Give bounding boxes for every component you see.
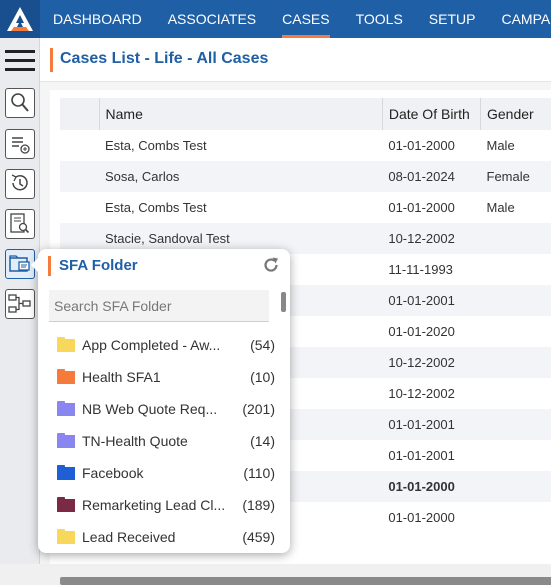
page-header: Cases List - Life - All Cases bbox=[40, 38, 551, 82]
folder-icon bbox=[57, 339, 75, 352]
folder-icon bbox=[57, 403, 75, 416]
nav-associates[interactable]: ASSOCIATES bbox=[155, 0, 269, 38]
popup-accent-bar bbox=[48, 256, 51, 276]
top-navbar: DASHBOARD ASSOCIATES CASES TOOLS SETUP C… bbox=[0, 0, 551, 38]
app-logo[interactable] bbox=[0, 0, 40, 38]
folder-list-scroll-thumb[interactable] bbox=[281, 292, 286, 312]
folder-count: (110) bbox=[243, 465, 275, 481]
history-icon[interactable] bbox=[5, 169, 35, 199]
cell-name: Esta, Combs Test bbox=[99, 130, 382, 161]
cell-gender: Male bbox=[481, 130, 551, 161]
col-header-gender[interactable]: Gender bbox=[481, 98, 551, 130]
folder-name: Health SFA1 bbox=[82, 369, 242, 385]
hamburger-menu-icon[interactable] bbox=[5, 50, 35, 72]
cell-dob: 10-12-2002 bbox=[382, 378, 480, 409]
cell-gender bbox=[481, 285, 551, 316]
cell-gender bbox=[481, 502, 551, 533]
refresh-icon[interactable] bbox=[262, 256, 280, 274]
nav-cases[interactable]: CASES bbox=[269, 0, 342, 38]
folder-icon bbox=[57, 499, 75, 512]
folder-name: NB Web Quote Req... bbox=[82, 401, 234, 417]
cell-gender bbox=[481, 440, 551, 471]
cell-gender bbox=[481, 409, 551, 440]
table-row[interactable]: Esta, Combs Test01-01-2000Male bbox=[60, 130, 551, 161]
cell-dob: 11-11-1993 bbox=[382, 254, 480, 285]
folder-icon bbox=[57, 435, 75, 448]
cell-gender bbox=[481, 378, 551, 409]
folder-item[interactable]: App Completed - Aw... (54) bbox=[57, 329, 275, 361]
table-header-row: Name Date Of Birth Gender bbox=[60, 98, 551, 130]
sfa-folder-list: App Completed - Aw... (54) Health SFA1 (… bbox=[57, 329, 275, 553]
sfa-folder-popup: SFA Folder App Completed - Aw... (54) He… bbox=[38, 249, 290, 553]
cell-gender bbox=[481, 347, 551, 378]
cell-dob: 01-01-2001 bbox=[382, 285, 480, 316]
folder-item[interactable]: NB Web Quote Req... (201) bbox=[57, 393, 275, 425]
add-list-icon[interactable] bbox=[5, 129, 35, 159]
nav-tools[interactable]: TOOLS bbox=[343, 0, 416, 38]
folder-name: Facebook bbox=[82, 465, 235, 481]
cell-gender bbox=[481, 223, 551, 254]
title-accent-bar bbox=[50, 48, 53, 72]
folder-count: (54) bbox=[250, 337, 275, 353]
folder-item[interactable]: Remarketing Lead Cl... (189) bbox=[57, 489, 275, 521]
cell-dob: 01-01-2000 bbox=[382, 130, 480, 161]
folder-count: (189) bbox=[242, 497, 275, 513]
folder-item[interactable]: Lead Received (459) bbox=[57, 521, 275, 553]
cell-dob: 01-01-2000 bbox=[382, 471, 480, 502]
sfa-folder-title: SFA Folder bbox=[59, 257, 138, 274]
cell-gender bbox=[481, 316, 551, 347]
cell-name: Sosa, Carlos bbox=[99, 161, 382, 192]
folder-icon bbox=[57, 371, 75, 384]
page-title: Cases List - Life - All Cases bbox=[60, 50, 268, 68]
cell-gender: Male bbox=[481, 192, 551, 223]
folder-name: App Completed - Aw... bbox=[82, 337, 242, 353]
folder-item[interactable]: Health SFA1 (10) bbox=[57, 361, 275, 393]
search-zoom-icon[interactable] bbox=[5, 88, 35, 118]
cell-gender: Female bbox=[481, 161, 551, 192]
folder-name: Lead Received bbox=[82, 529, 234, 545]
cell-dob: 10-12-2002 bbox=[382, 223, 480, 254]
col-header-select[interactable] bbox=[60, 98, 99, 130]
folder-name: Remarketing Lead Cl... bbox=[82, 497, 234, 513]
cell-dob: 01-01-2000 bbox=[382, 502, 480, 533]
folder-item[interactable]: Facebook (110) bbox=[57, 457, 275, 489]
nav-dashboard[interactable]: DASHBOARD bbox=[40, 0, 155, 38]
table-row[interactable]: Esta, Combs Test01-01-2000Male bbox=[60, 192, 551, 223]
folder-count: (14) bbox=[250, 433, 275, 449]
horizontal-scrollbar[interactable] bbox=[60, 577, 551, 585]
cell-dob: 01-01-2000 bbox=[382, 192, 480, 223]
folder-count: (201) bbox=[242, 401, 275, 417]
sfa-folder-search-input[interactable] bbox=[49, 290, 269, 322]
cell-gender bbox=[481, 471, 551, 502]
folder-icon bbox=[57, 467, 75, 480]
nav-setup[interactable]: SETUP bbox=[416, 0, 489, 38]
workflow-icon[interactable] bbox=[5, 289, 35, 319]
folder-count: (459) bbox=[242, 529, 275, 545]
cell-dob: 08-01-2024 bbox=[382, 161, 480, 192]
cell-dob: 01-01-2020 bbox=[382, 316, 480, 347]
cell-dob: 10-12-2002 bbox=[382, 347, 480, 378]
folder-list-scrollbar[interactable] bbox=[280, 290, 286, 547]
cell-gender bbox=[481, 254, 551, 285]
folder-count: (10) bbox=[250, 369, 275, 385]
cell-dob: 01-01-2001 bbox=[382, 440, 480, 471]
main-nav: DASHBOARD ASSOCIATES CASES TOOLS SETUP C… bbox=[40, 0, 551, 38]
table-row[interactable]: Sosa, Carlos08-01-2024Female bbox=[60, 161, 551, 192]
col-header-name[interactable]: Name bbox=[99, 98, 382, 130]
left-sidebar bbox=[0, 38, 40, 564]
col-header-dob[interactable]: Date Of Birth bbox=[382, 98, 480, 130]
nav-campaign[interactable]: CAMPAIGN bbox=[488, 0, 551, 38]
folder-name: TN-Health Quote bbox=[82, 433, 242, 449]
folder-item[interactable]: TN-Health Quote (14) bbox=[57, 425, 275, 457]
cell-name: Esta, Combs Test bbox=[99, 192, 382, 223]
document-search-icon[interactable] bbox=[5, 209, 35, 239]
folder-icon bbox=[57, 531, 75, 544]
cell-dob: 01-01-2001 bbox=[382, 409, 480, 440]
